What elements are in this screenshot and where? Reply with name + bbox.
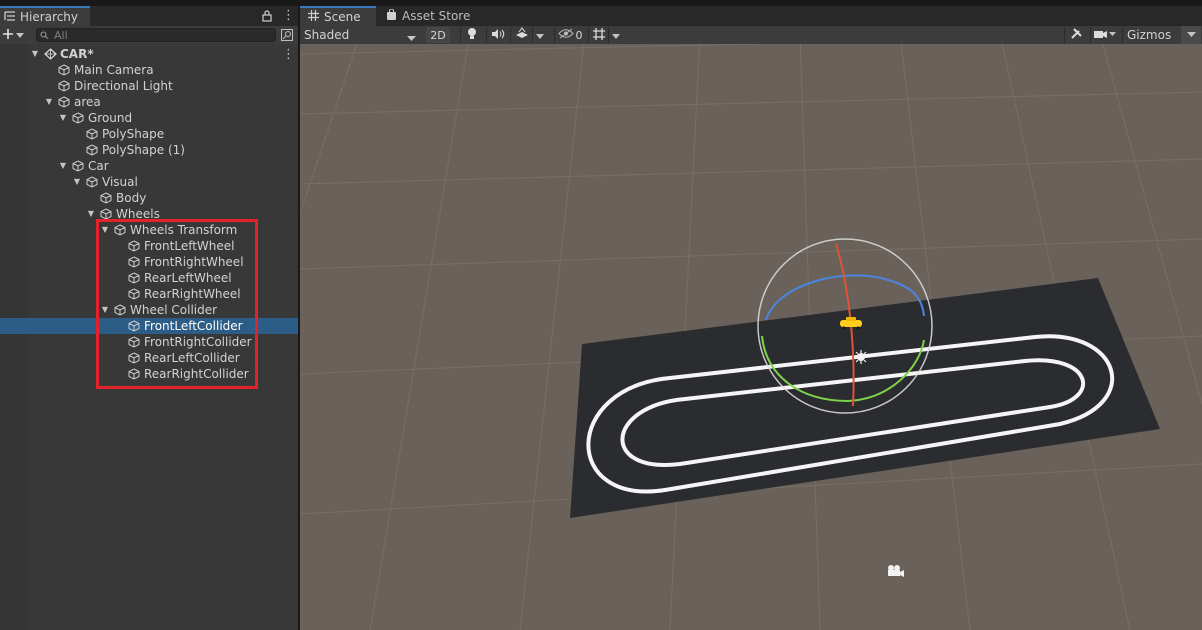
lighting-toggle-button[interactable]: [460, 27, 483, 43]
hierarchy-tab-bar: Hierarchy ⋮: [0, 6, 298, 26]
expand-arrow-down-icon[interactable]: ▼: [30, 49, 40, 59]
expand-arrow-down-icon[interactable]: ▼: [86, 209, 96, 219]
scene-panel: Scene Asset Store Shaded 2D 0 Gizmos: [300, 0, 1202, 630]
store-bag-icon: [386, 8, 397, 23]
visibility-icon: [557, 28, 574, 42]
hidden-count: 0: [575, 28, 583, 42]
scene-toolbar: Shaded 2D 0 Gizmos: [300, 26, 1202, 44]
hierarchy-row-label: Directional Light: [74, 79, 173, 93]
hierarchy-row-label: CAR*: [60, 47, 94, 61]
grid-snap-icon: [592, 27, 606, 44]
hierarchy-row[interactable]: Body: [0, 190, 298, 206]
camera-icon: [1094, 28, 1116, 42]
chevron-down-icon: [536, 28, 544, 42]
hierarchy-row-label: Car: [88, 159, 109, 173]
hierarchy-row-label: area: [74, 95, 101, 109]
hierarchy-panel: Hierarchy ⋮ All ▼ CAR* ⋮ Main Camera Directi…: [0, 0, 298, 630]
hierarchy-toolbar: All: [0, 26, 298, 44]
toggle-2d-button[interactable]: 2D: [426, 27, 450, 43]
tab-hierarchy[interactable]: Hierarchy: [0, 6, 90, 26]
tools-icon: [1070, 27, 1083, 43]
hierarchy-row[interactable]: Main Camera: [0, 62, 298, 78]
audio-toggle-button[interactable]: [486, 27, 509, 43]
lock-icon[interactable]: [262, 10, 272, 22]
create-dropdown-button[interactable]: [2, 26, 30, 44]
hierarchy-row-label: Ground: [88, 111, 133, 125]
audio-icon: [491, 28, 505, 43]
effects-toggle-button[interactable]: [510, 27, 533, 43]
gizmos-label: Gizmos: [1127, 28, 1172, 42]
toggle-2d-label: 2D: [430, 28, 446, 42]
chevron-down-icon: [407, 31, 416, 45]
search-icon: [40, 29, 50, 42]
cube-icon: [72, 160, 84, 172]
gizmos-dropdown[interactable]: Gizmos: [1122, 26, 1201, 44]
hierarchy-row[interactable]: ▼ Ground: [0, 110, 298, 126]
expand-arrow-down-icon[interactable]: ▼: [44, 97, 54, 107]
tab-asset-store-label: Asset Store: [402, 9, 471, 23]
grid-dropdown-button[interactable]: [608, 27, 623, 43]
component-tools-button[interactable]: [1064, 27, 1087, 43]
hierarchy-row-label: PolyShape: [102, 127, 165, 141]
tab-hierarchy-label: Hierarchy: [20, 10, 79, 24]
scene-viewport[interactable]: [300, 44, 1202, 630]
hierarchy-row-label: Body: [116, 191, 147, 205]
shading-mode-dropdown[interactable]: Shaded: [302, 26, 420, 44]
tab-asset-store[interactable]: Asset Store: [380, 6, 470, 26]
effects-dropdown-button[interactable]: [532, 27, 547, 43]
cube-icon: [86, 176, 98, 188]
hierarchy-icon: [4, 10, 16, 24]
hierarchy-row-label: PolyShape (1): [102, 143, 185, 157]
scene-tab-bar: Scene Asset Store: [300, 6, 1202, 26]
chevron-down-icon[interactable]: [1181, 26, 1201, 44]
scene-grid-icon: [308, 10, 319, 24]
cube-icon: [86, 144, 98, 156]
hierarchy-row[interactable]: ▼ CAR* ⋮: [0, 46, 298, 62]
hierarchy-search-input[interactable]: All: [36, 28, 276, 42]
expand-arrow-down-icon[interactable]: ▼: [58, 161, 68, 171]
expand-arrow-down-icon[interactable]: ▼: [58, 113, 68, 123]
chevron-down-icon: [612, 28, 620, 42]
tab-scene-label: Scene: [324, 10, 361, 24]
cube-icon: [86, 128, 98, 140]
effects-icon: [515, 27, 529, 43]
hierarchy-row-label: Main Camera: [74, 63, 154, 77]
search-placeholder: All: [54, 28, 68, 42]
search-settings-icon[interactable]: [280, 28, 294, 42]
movie-camera-icon: [888, 565, 904, 577]
shading-mode-value: Shaded: [304, 28, 350, 42]
expand-arrow-down-icon[interactable]: ▼: [72, 177, 82, 187]
unity-scene-icon: [44, 48, 57, 60]
grid-toggle-button[interactable]: [588, 27, 609, 43]
scene-kebab-menu-icon[interactable]: ⋮: [282, 47, 295, 62]
cube-icon: [58, 80, 70, 92]
plus-icon: [2, 28, 14, 43]
chevron-down-icon: [16, 28, 24, 42]
hierarchy-row[interactable]: ▼ area: [0, 94, 298, 110]
scene-visibility-button[interactable]: 0: [554, 27, 585, 43]
cube-icon: [100, 192, 112, 204]
tab-scene[interactable]: Scene: [300, 6, 376, 26]
hierarchy-row[interactable]: ▼ Visual: [0, 174, 298, 190]
lightbulb-icon: [467, 27, 477, 43]
sun-icon: [854, 350, 868, 364]
hierarchy-row[interactable]: PolyShape (1): [0, 142, 298, 158]
cube-icon: [58, 96, 70, 108]
cube-icon: [58, 64, 70, 76]
hierarchy-row[interactable]: Directional Light: [0, 78, 298, 94]
annotation-highlight-box: [96, 219, 258, 389]
hierarchy-row[interactable]: ▼ Car: [0, 158, 298, 174]
scene-camera-button[interactable]: [1090, 27, 1119, 43]
cube-icon: [72, 112, 84, 124]
hierarchy-row-label: Visual: [102, 175, 138, 189]
hierarchy-row[interactable]: PolyShape: [0, 126, 298, 142]
scene-render: [300, 44, 1202, 630]
kebab-menu-icon[interactable]: ⋮: [282, 9, 295, 23]
